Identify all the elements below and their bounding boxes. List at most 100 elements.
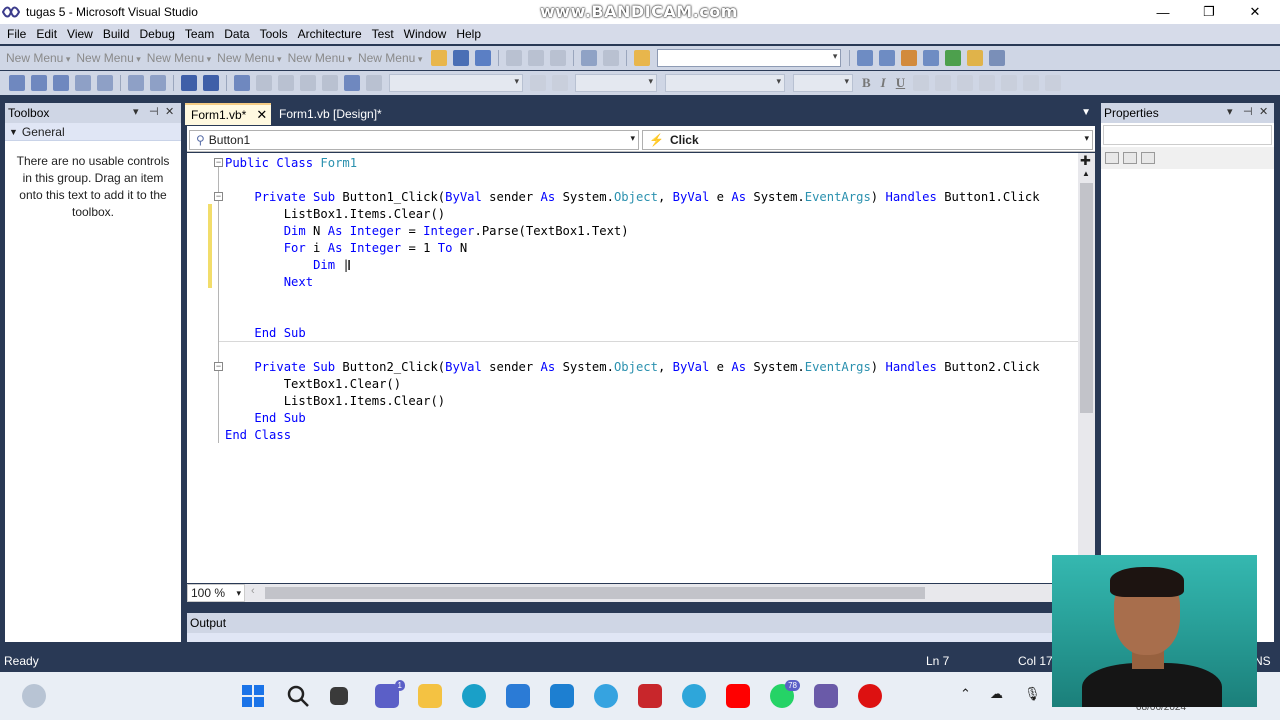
bold-button[interactable]: B	[862, 75, 871, 91]
menu-tools[interactable]: Tools	[255, 27, 293, 41]
table-icon[interactable]	[1045, 75, 1062, 91]
dropdown-icon[interactable]: ▾	[1227, 105, 1233, 118]
cut-icon[interactable]	[506, 50, 523, 66]
menu-build[interactable]: Build	[98, 27, 135, 41]
undo-icon[interactable]	[581, 50, 598, 66]
new-menu-button[interactable]: New Menu	[288, 51, 352, 65]
new-menu-button[interactable]: New Menu	[6, 51, 70, 65]
font-size-combo[interactable]	[793, 74, 853, 92]
minimize-button[interactable]: —	[1140, 0, 1186, 24]
uncomment-icon[interactable]	[203, 75, 219, 91]
scroll-left-icon[interactable]: ‹	[251, 585, 255, 597]
pin-icon[interactable]: ⊣	[149, 105, 159, 118]
bandicam-icon[interactable]	[858, 684, 882, 708]
properties-window-icon[interactable]	[879, 50, 896, 66]
youtube-icon[interactable]	[726, 684, 750, 708]
microphone-icon[interactable]: 🎙	[1024, 686, 1041, 702]
preview-icon[interactable]	[366, 75, 382, 91]
find-in-files-icon[interactable]	[634, 50, 651, 66]
save-icon[interactable]	[453, 50, 470, 66]
font-name-combo[interactable]	[665, 74, 785, 92]
telegram-icon[interactable]	[682, 684, 706, 708]
maximize-button[interactable]: ❐	[1186, 0, 1232, 24]
new-menu-button[interactable]: New Menu	[358, 51, 422, 65]
paste-icon[interactable]	[550, 50, 567, 66]
format-icon[interactable]	[97, 75, 113, 91]
visual-studio-taskbar-icon[interactable]	[814, 684, 838, 708]
numbering-icon[interactable]	[1001, 75, 1018, 91]
outdent-icon[interactable]	[128, 75, 144, 91]
file-explorer-icon[interactable]	[418, 684, 442, 708]
copy-icon[interactable]	[528, 50, 545, 66]
menu-debug[interactable]: Debug	[135, 27, 180, 41]
save-all-icon[interactable]	[475, 50, 492, 66]
menu-test[interactable]: Test	[367, 27, 399, 41]
store-icon[interactable]	[506, 684, 530, 708]
mcafee-icon[interactable]	[638, 684, 662, 708]
close-icon[interactable]: ✕	[256, 107, 267, 123]
new-menu-button[interactable]: New Menu	[76, 51, 140, 65]
align-left-icon[interactable]	[957, 75, 974, 91]
close-icon[interactable]: ✕	[1259, 105, 1268, 118]
close-button[interactable]: ✕	[1232, 0, 1278, 24]
object-selector[interactable]	[1103, 125, 1272, 145]
bookmark-icon[interactable]	[234, 75, 250, 91]
bookmark-folder-icon[interactable]	[300, 75, 316, 91]
scroll-up-icon[interactable]: ▲	[1082, 169, 1090, 178]
open-folder-icon[interactable]	[431, 50, 448, 66]
layout-icon[interactable]	[9, 75, 25, 91]
vertical-scrollbar[interactable]: ✚ ▲	[1078, 153, 1095, 583]
menu-file[interactable]: File	[2, 27, 31, 41]
network-icon[interactable]: ☁	[990, 686, 1003, 702]
split-icon[interactable]: ✚	[1080, 153, 1091, 169]
zoom-combo[interactable]: 100 % ▾	[187, 584, 245, 602]
collapse-toggle[interactable]: −	[214, 192, 223, 201]
property-pages-icon[interactable]	[1141, 152, 1155, 164]
toolbox-window-icon[interactable]	[923, 50, 940, 66]
dropdown-icon[interactable]: ▾	[133, 105, 139, 118]
code-editor[interactable]: − − − Public Class Form1 Private Sub But…	[187, 153, 1095, 583]
layout-icon[interactable]	[31, 75, 47, 91]
toolbox-group-general[interactable]: ▼ General	[5, 123, 181, 141]
scroll-thumb[interactable]	[265, 587, 925, 599]
menu-window[interactable]: Window	[399, 27, 452, 41]
fore-color-icon[interactable]	[913, 75, 930, 91]
new-menu-button[interactable]: New Menu	[217, 51, 281, 65]
bullets-icon[interactable]	[979, 75, 996, 91]
next-bookmark-icon[interactable]	[278, 75, 294, 91]
close-icon[interactable]: ✕	[165, 105, 174, 118]
myhp-icon[interactable]	[550, 684, 574, 708]
style-icon[interactable]	[552, 75, 568, 91]
style-combo[interactable]	[389, 74, 523, 92]
whatsapp-icon[interactable]: 78	[770, 680, 800, 708]
back-color-icon[interactable]	[935, 75, 952, 91]
teams-icon[interactable]: 1	[375, 680, 405, 708]
indent-icon[interactable]	[150, 75, 166, 91]
tab-form1-vb[interactable]: Form1.vb* ✕	[185, 103, 271, 125]
tab-form1-design[interactable]: Form1.vb [Design]*	[273, 103, 388, 125]
style-apply-icon[interactable]	[530, 75, 546, 91]
collapse-toggle[interactable]: −	[214, 362, 223, 371]
task-view-icon[interactable]	[330, 687, 348, 705]
font-size-icon[interactable]	[75, 75, 91, 91]
categorized-icon[interactable]	[1105, 152, 1119, 164]
menu-view[interactable]: View	[62, 27, 98, 41]
alphabetical-icon[interactable]	[1123, 152, 1137, 164]
tab-dropdown-icon[interactable]: ▼	[1081, 107, 1091, 118]
font-combo[interactable]	[575, 74, 657, 92]
pin-icon[interactable]: ⊣	[1243, 105, 1253, 118]
find-combo[interactable]	[657, 49, 842, 67]
event-combo[interactable]: ⚡ Click	[642, 130, 1093, 150]
object-browser-icon[interactable]	[901, 50, 918, 66]
comment-icon[interactable]	[181, 75, 197, 91]
widgets-icon[interactable]	[22, 684, 46, 708]
collapse-toggle[interactable]: −	[214, 158, 223, 167]
italic-button[interactable]: I	[881, 75, 886, 91]
edge-browser-icon[interactable]	[462, 684, 486, 708]
menu-help[interactable]: Help	[451, 27, 486, 41]
photos-icon[interactable]	[594, 684, 618, 708]
redo-icon[interactable]	[603, 50, 620, 66]
new-menu-button[interactable]: New Menu	[147, 51, 211, 65]
horizontal-scrollbar[interactable]: 100 % ▾ ‹	[187, 584, 1095, 602]
start-page-icon[interactable]	[945, 50, 962, 66]
